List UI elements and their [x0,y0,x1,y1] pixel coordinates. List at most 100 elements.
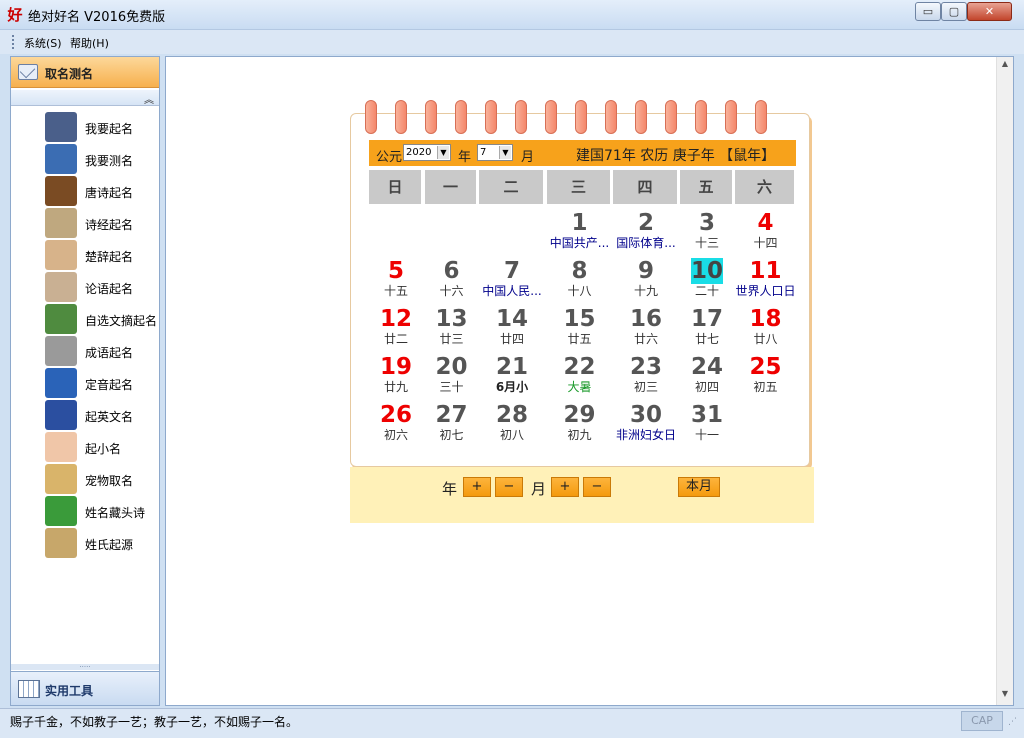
collapse-chevron-icon[interactable]: ︽ [144,91,154,106]
calendar-day[interactable]: 26 初六 [369,402,423,442]
year-plus-button[interactable]: + [463,477,491,497]
sidebar-item[interactable]: 起小名 [45,432,161,462]
calendar-day[interactable]: 29 初九 [547,402,612,442]
this-month-button[interactable]: 本月 [678,477,720,497]
sidebar-item[interactable]: 论语起名 [45,272,161,302]
close-button[interactable]: ✕ [967,2,1012,21]
calendar-day[interactable]: 7 中国人民... [479,258,545,298]
day-lunar-text: 十八 [567,284,592,298]
scroll-down-arrow-icon[interactable]: ▼ [997,689,1013,703]
day-number: 3 [698,210,715,236]
binding-ring [515,100,527,134]
dropdown-arrow-icon[interactable]: ▼ [499,146,511,159]
weekday-label: 二 [479,170,545,204]
calendar-day[interactable]: 13 廿三 [425,306,478,346]
day-number: 15 [563,306,596,332]
calendar-day[interactable]: 8 十八 [547,258,612,298]
calendar-day[interactable]: 2 国际体育... [613,210,679,250]
calendar-day[interactable]: 25 初五 [735,354,796,394]
calendar-day[interactable]: 31 十一 [680,402,734,442]
calendar-day[interactable]: 5 十五 [369,258,423,298]
sidebar-group-header[interactable]: 取名测名 [11,57,159,88]
calendar-day[interactable]: 12 廿二 [369,306,423,346]
day-number: 11 [749,258,782,284]
sidebar-item-label: 楚辞起名 [85,250,134,264]
sidebar-item-label: 起英文名 [85,410,134,424]
calendar-day[interactable]: 20 三十 [425,354,478,394]
day-lunar-text: 初六 [383,428,408,442]
calendar-day[interactable]: 18 廿八 [735,306,796,346]
sidebar-item-label: 成语起名 [85,346,134,360]
calendar-day[interactable]: 19 廿九 [369,354,423,394]
day-number: 6 [443,258,460,284]
calendar-day[interactable]: 27 初七 [425,402,478,442]
month-plus-button[interactable]: + [551,477,579,497]
scroll-up-arrow-icon[interactable]: ▲ [997,59,1013,73]
calendar-day[interactable]: 30 非洲妇女日 [613,402,679,442]
main-content: ▲ ▼ 公元 2020 ▼ 年 7 ▼ 月 建国71年 农历 庚子年 【鼠年】 … [165,56,1014,706]
day-lunar-text: 廿五 [567,332,592,346]
maximize-button[interactable]: ▢ [941,2,967,21]
scroll-book-icon [45,208,77,238]
year-label: 年 [458,150,472,165]
collapse-bar[interactable]: ︽ [11,90,159,106]
minimize-button[interactable]: ▭ [915,2,941,21]
sidebar-item[interactable]: 姓氏起源 [45,528,161,558]
calendar-day[interactable]: 21 6月小 [479,354,545,394]
month-minus-button[interactable]: − [583,477,611,497]
sidebar-item[interactable]: 我要测名 [45,144,161,174]
day-number: 18 [749,306,782,332]
sidebar-item[interactable]: 姓名藏头诗 [45,496,161,526]
sidebar-tools-header[interactable]: 实用工具 [11,671,159,705]
year-select-value: 2020 [406,147,432,158]
calendar-day[interactable]: 24 初四 [680,354,734,394]
month-select[interactable]: 7 ▼ [477,144,513,161]
sidebar-item[interactable]: 我要起名 [45,112,161,142]
status-proverb: 赐子千金，不如教子一艺；教子一艺，不如赐子一名。 [10,715,299,729]
sidebar-item[interactable]: 自选文摘起名 [45,304,161,334]
calendar-day[interactable]: 16 廿六 [613,306,679,346]
calendar-day[interactable]: 11 世界人口日 [735,258,796,298]
month-label: 月 [521,150,535,165]
calendar-day[interactable]: 28 初八 [479,402,545,442]
calendar-day[interactable]: 3 十三 [680,210,734,250]
resize-grip-icon[interactable]: ⋰ [1008,717,1017,727]
calendar-day[interactable]: 6 十六 [425,258,478,298]
sidebar-item[interactable]: 定音起名 [45,368,161,398]
sidebar-item[interactable]: 起英文名 [45,400,161,430]
sidebar-item[interactable]: 宠物取名 [45,464,161,494]
calendar-day[interactable]: 1 中国共产... [547,210,612,250]
sidebar-item[interactable]: 唐诗起名 [45,176,161,206]
day-number: 23 [629,354,662,380]
day-number: 12 [379,306,412,332]
books-stack-icon [45,304,77,334]
calendar-day-today[interactable]: 10 二十 [680,258,734,298]
menu-help[interactable]: 帮助(H) [70,35,109,51]
weekday-header: 日一二三四五六 [369,170,796,204]
year-minus-button[interactable]: − [495,477,523,497]
calendar-day[interactable]: 4 十四 [735,210,796,250]
dropdown-arrow-icon[interactable]: ▼ [437,146,449,159]
sidebar-item-label: 定音起名 [85,378,134,392]
splitter-grip[interactable]: ····· [11,664,159,671]
calendar-day[interactable]: 17 廿七 [680,306,734,346]
year-select[interactable]: 2020 ▼ [403,144,451,161]
day-lunar-text: 十九 [633,284,658,298]
calendar-day[interactable]: 22 大暑 [547,354,612,394]
day-number: 19 [379,354,412,380]
vertical-scrollbar[interactable]: ▲ ▼ [996,57,1013,705]
menu-system[interactable]: 系统(S) [24,35,62,51]
binding-ring [455,100,467,134]
weekday-label: 一 [425,170,478,204]
calendar-day[interactable]: 15 廿五 [547,306,612,346]
sidebar-group-title: 取名测名 [45,67,94,81]
calendar-footer: 年 + − 月 + − 本月 [350,467,814,523]
sidebar-item[interactable]: 诗经起名 [45,208,161,238]
sidebar-item[interactable]: 成语起名 [45,336,161,366]
calendar-day[interactable]: 14 廿四 [479,306,545,346]
sidebar-item[interactable]: 楚辞起名 [45,240,161,270]
calendar-day[interactable]: 23 初三 [613,354,679,394]
day-lunar-text: 廿二 [383,332,408,346]
speaker-icon [45,368,77,398]
calendar-day[interactable]: 9 十九 [613,258,679,298]
